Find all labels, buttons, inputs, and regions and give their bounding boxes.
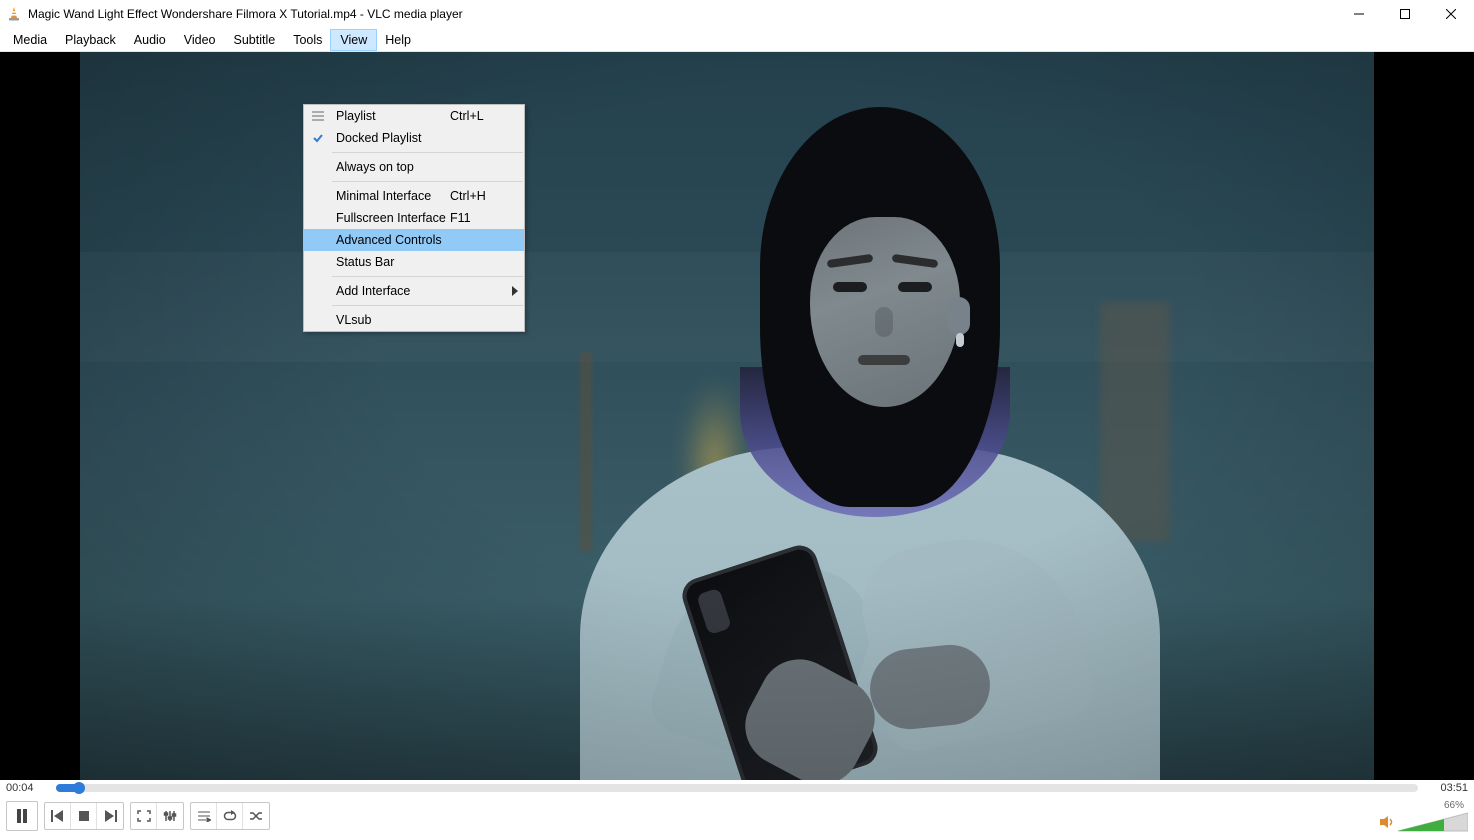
menu-audio[interactable]: Audio [125, 30, 175, 50]
view-add-interface[interactable]: Add Interface [304, 280, 524, 302]
dd-label: Always on top [332, 160, 450, 174]
fullscreen-button[interactable] [131, 803, 157, 829]
previous-button[interactable] [45, 803, 71, 829]
dd-accel: F11 [450, 211, 506, 225]
dd-label: Advanced Controls [332, 233, 450, 247]
pause-button[interactable] [7, 802, 37, 830]
loop-button[interactable] [217, 803, 243, 829]
dd-accel: Ctrl+L [450, 109, 506, 123]
dd-label: Add Interface [332, 284, 450, 298]
elapsed-time[interactable]: 00:04 [6, 782, 50, 794]
view-always-on-top[interactable]: Always on top [304, 156, 524, 178]
dd-separator [332, 152, 523, 153]
menu-bar: Media Playback Audio Video Subtitle Tool… [0, 28, 1474, 52]
video-area[interactable]: Playlist Ctrl+L Docked Playlist Always o… [0, 52, 1474, 780]
view-minimal-interface[interactable]: Minimal Interface Ctrl+H [304, 185, 524, 207]
view-playlist[interactable]: Playlist Ctrl+L [304, 105, 524, 127]
dd-label: Docked Playlist [332, 131, 450, 145]
menu-help[interactable]: Help [376, 30, 420, 50]
seek-row: 00:04 03:51 [0, 780, 1474, 796]
dd-label: VLsub [332, 313, 450, 327]
window-controls [1336, 0, 1474, 28]
window-title: Magic Wand Light Effect Wondershare Film… [28, 7, 463, 21]
shuffle-button[interactable] [243, 803, 269, 829]
volume-percent: 66% [1444, 800, 1464, 811]
next-button[interactable] [97, 803, 123, 829]
seek-knob[interactable] [73, 782, 85, 794]
seek-slider[interactable] [56, 784, 1418, 792]
menu-tools[interactable]: Tools [284, 30, 331, 50]
maximize-button[interactable] [1382, 0, 1428, 28]
playback-controls: 66% [0, 796, 1474, 836]
stop-button[interactable] [71, 803, 97, 829]
menu-subtitle[interactable]: Subtitle [225, 30, 285, 50]
minimize-button[interactable] [1336, 0, 1382, 28]
dd-accel: Ctrl+H [450, 189, 506, 203]
vlc-icon [6, 6, 22, 22]
dd-label: Minimal Interface [332, 189, 450, 203]
playlist-button[interactable] [191, 803, 217, 829]
close-button[interactable] [1428, 0, 1474, 28]
view-status-bar[interactable]: Status Bar [304, 251, 524, 273]
dd-label: Fullscreen Interface [332, 211, 450, 225]
view-vlsub[interactable]: VLsub [304, 309, 524, 331]
total-time[interactable]: 03:51 [1424, 782, 1468, 794]
dd-separator [332, 276, 523, 277]
menu-playback[interactable]: Playback [56, 30, 125, 50]
menu-media[interactable]: Media [4, 30, 56, 50]
menu-view[interactable]: View [331, 30, 376, 50]
video-frame [80, 52, 1374, 780]
view-dropdown: Playlist Ctrl+L Docked Playlist Always o… [303, 104, 525, 332]
view-docked-playlist[interactable]: Docked Playlist [304, 127, 524, 149]
menu-video[interactable]: Video [175, 30, 225, 50]
view-advanced-controls[interactable]: Advanced Controls [304, 229, 524, 251]
submenu-arrow-icon [506, 286, 524, 296]
dd-label: Playlist [332, 109, 450, 123]
dd-label: Status Bar [332, 255, 450, 269]
view-fullscreen-interface[interactable]: Fullscreen Interface F11 [304, 207, 524, 229]
check-icon [304, 132, 332, 144]
dd-separator [332, 181, 523, 182]
speaker-icon[interactable] [1378, 814, 1394, 830]
dd-separator [332, 305, 523, 306]
extended-settings-button[interactable] [157, 803, 183, 829]
list-icon [304, 110, 332, 122]
volume-control: 66% [1378, 800, 1468, 833]
title-bar: Magic Wand Light Effect Wondershare Film… [0, 0, 1474, 28]
volume-slider[interactable] [1398, 811, 1468, 833]
